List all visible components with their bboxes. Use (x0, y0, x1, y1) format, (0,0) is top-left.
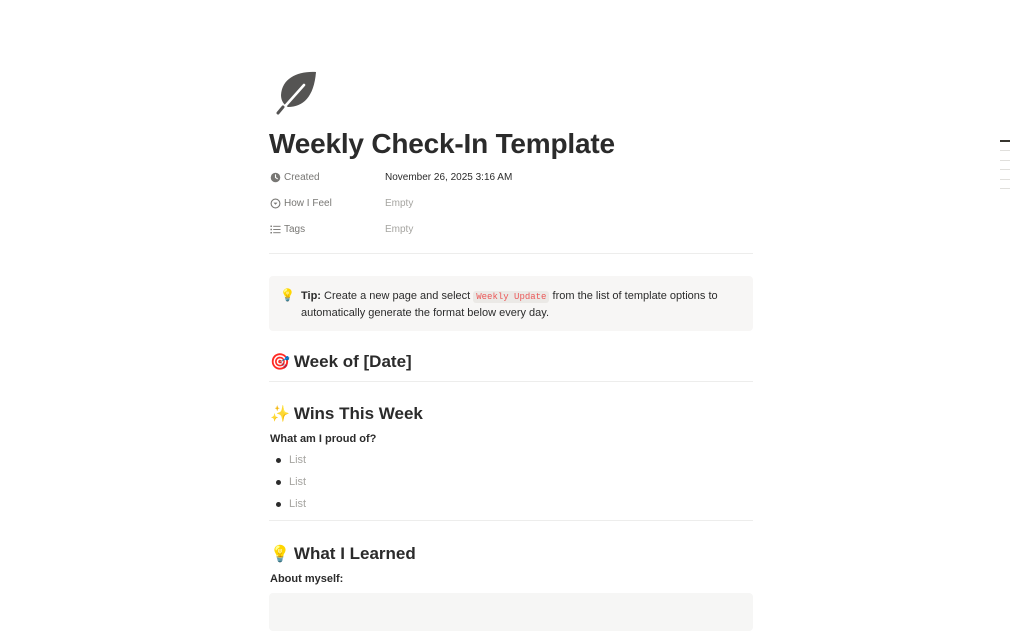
toc-marker-active[interactable] (1000, 140, 1010, 142)
learned-question[interactable]: About myself: (270, 573, 343, 585)
property-label: How I Feel (284, 198, 332, 209)
bullet-icon (276, 458, 281, 463)
property-created[interactable]: Created November 26, 2025 3:16 AM (269, 170, 753, 196)
divider (269, 381, 753, 382)
property-value[interactable]: Empty (385, 224, 413, 235)
sparkles-icon: ✨ (270, 406, 290, 423)
inline-code: Weekly Update (473, 291, 550, 303)
callout-text: Tip: Create a new page and select Weekly… (301, 290, 718, 319)
toc-marker[interactable] (1000, 178, 1010, 180)
property-value[interactable]: November 26, 2025 3:16 AM (385, 172, 512, 183)
callout-label: Tip: (301, 290, 321, 302)
list-icon (270, 225, 281, 234)
toc-marker[interactable] (1000, 188, 1010, 189)
lightbulb-icon: 💡 (280, 288, 295, 302)
divider (269, 253, 753, 254)
toc-marker[interactable] (1000, 150, 1010, 151)
bullet-icon (276, 502, 281, 507)
heading-learned[interactable]: 💡 What I Learned (270, 544, 416, 564)
property-value[interactable]: Empty (385, 198, 413, 209)
target-icon: 🎯 (270, 354, 290, 371)
heading-week-of[interactable]: 🎯 Week of [Date] (270, 352, 412, 372)
toc-marker[interactable] (1000, 159, 1010, 161)
text-block[interactable] (269, 593, 753, 631)
property-tags[interactable]: Tags Empty (269, 222, 753, 248)
property-label: Created (284, 172, 320, 183)
clock-icon (270, 172, 281, 183)
lightbulb-icon: 💡 (270, 546, 290, 563)
table-of-contents[interactable] (1000, 140, 1010, 198)
tip-callout[interactable]: 💡 Tip: Create a new page and select Week… (269, 276, 753, 331)
page-title[interactable]: Weekly Check-In Template (269, 128, 615, 160)
wins-question[interactable]: What am I proud of? (270, 433, 376, 445)
property-how-i-feel[interactable]: How I Feel Empty (269, 196, 753, 222)
divider (269, 520, 753, 521)
leaf-icon[interactable] (273, 70, 319, 116)
properties-panel: Created November 26, 2025 3:16 AM How I … (269, 170, 753, 248)
heading-wins[interactable]: ✨ Wins This Week (270, 404, 423, 424)
select-icon (270, 198, 281, 209)
bullet-icon (276, 480, 281, 485)
toc-marker[interactable] (1000, 169, 1010, 170)
property-label: Tags (284, 224, 306, 235)
